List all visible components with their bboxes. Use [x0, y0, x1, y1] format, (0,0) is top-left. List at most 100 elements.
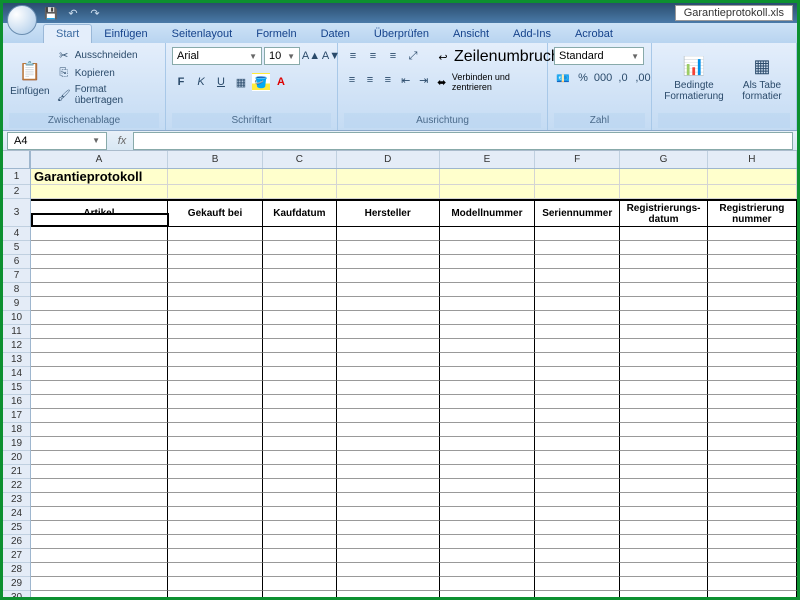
row-header[interactable]: 29	[3, 577, 30, 591]
cell[interactable]	[620, 339, 707, 353]
cell[interactable]	[440, 535, 535, 549]
formula-input[interactable]	[133, 132, 793, 150]
cell[interactable]	[440, 353, 535, 367]
cell[interactable]	[535, 297, 620, 311]
cell[interactable]	[708, 169, 797, 185]
row-header[interactable]: 25	[3, 521, 30, 535]
cell[interactable]: Gekauft bei	[168, 199, 263, 227]
cell[interactable]	[620, 255, 707, 269]
cell[interactable]	[535, 577, 620, 591]
cell[interactable]	[535, 395, 620, 409]
cell[interactable]	[168, 409, 263, 423]
tab-einfuegen[interactable]: Einfügen	[92, 25, 159, 43]
font-color-button[interactable]: A	[272, 73, 290, 91]
cell[interactable]	[620, 269, 707, 283]
grow-font-button[interactable]: A▲	[302, 47, 320, 65]
cell[interactable]	[168, 227, 263, 241]
cell[interactable]	[168, 465, 263, 479]
cell[interactable]	[263, 423, 336, 437]
select-all-corner[interactable]	[3, 151, 30, 169]
cell[interactable]	[337, 591, 440, 597]
cell[interactable]	[168, 367, 263, 381]
cell[interactable]	[535, 423, 620, 437]
row-header[interactable]: 18	[3, 423, 30, 437]
cell[interactable]	[708, 577, 797, 591]
cell[interactable]	[263, 241, 336, 255]
cell[interactable]	[620, 395, 707, 409]
cell[interactable]	[337, 311, 440, 325]
row-header[interactable]: 23	[3, 493, 30, 507]
cell[interactable]	[337, 283, 440, 297]
cell[interactable]	[263, 437, 336, 451]
tab-seitenlayout[interactable]: Seitenlayout	[160, 25, 245, 43]
cell[interactable]	[337, 423, 440, 437]
cell[interactable]	[620, 549, 707, 563]
cell[interactable]	[620, 381, 707, 395]
cell[interactable]	[708, 381, 797, 395]
cell[interactable]	[620, 451, 707, 465]
cell[interactable]	[337, 353, 440, 367]
cell[interactable]	[535, 521, 620, 535]
cell[interactable]	[337, 297, 440, 311]
cell[interactable]	[263, 451, 336, 465]
cell[interactable]	[535, 465, 620, 479]
cell[interactable]	[708, 269, 797, 283]
indent-dec-button[interactable]: ⇤	[398, 71, 414, 89]
cell[interactable]	[535, 241, 620, 255]
cell[interactable]	[535, 353, 620, 367]
cell[interactable]	[31, 563, 168, 577]
cell[interactable]	[168, 185, 263, 199]
cell[interactable]	[708, 465, 797, 479]
cell[interactable]	[440, 507, 535, 521]
cell[interactable]	[263, 185, 336, 199]
cell[interactable]	[337, 227, 440, 241]
cell[interactable]	[337, 493, 440, 507]
cell[interactable]	[263, 283, 336, 297]
inc-decimal-button[interactable]: ,0	[614, 69, 632, 87]
align-center-button[interactable]: ≡	[362, 71, 378, 89]
tab-start[interactable]: Start	[43, 24, 92, 43]
cell[interactable]	[168, 507, 263, 521]
cell[interactable]	[168, 241, 263, 255]
cell[interactable]: Kaufdatum	[263, 199, 336, 227]
tab-acrobat[interactable]: Acrobat	[563, 25, 625, 43]
cell[interactable]	[168, 549, 263, 563]
cell[interactable]	[31, 269, 168, 283]
column-header[interactable]: C	[263, 151, 336, 168]
cell[interactable]	[708, 241, 797, 255]
cell[interactable]	[337, 437, 440, 451]
cell[interactable]	[31, 381, 168, 395]
cell[interactable]	[708, 423, 797, 437]
cell[interactable]	[440, 423, 535, 437]
row-header[interactable]: 20	[3, 451, 30, 465]
column-header[interactable]: F	[535, 151, 620, 168]
cell[interactable]	[337, 185, 440, 199]
cell[interactable]	[440, 241, 535, 255]
cell[interactable]	[440, 297, 535, 311]
cell[interactable]	[620, 367, 707, 381]
cell[interactable]	[620, 591, 707, 597]
cell[interactable]	[535, 409, 620, 423]
align-top-button[interactable]: ≡	[344, 47, 362, 65]
cell[interactable]	[535, 591, 620, 597]
cell[interactable]: Registrierung nummer	[708, 199, 797, 227]
qat-save-icon[interactable]: 💾	[43, 5, 59, 21]
cell[interactable]	[263, 381, 336, 395]
row-header[interactable]: 9	[3, 297, 30, 311]
cell[interactable]	[708, 325, 797, 339]
cell[interactable]	[337, 451, 440, 465]
cell[interactable]	[31, 535, 168, 549]
cell[interactable]	[31, 479, 168, 493]
cell[interactable]	[440, 185, 535, 199]
row-header[interactable]: 17	[3, 409, 30, 423]
cell[interactable]	[535, 381, 620, 395]
cell[interactable]	[337, 325, 440, 339]
cell[interactable]	[620, 227, 707, 241]
cell[interactable]: Hersteller	[337, 199, 440, 227]
cell[interactable]	[263, 521, 336, 535]
cell[interactable]	[168, 395, 263, 409]
cell[interactable]	[31, 549, 168, 563]
cell[interactable]	[620, 423, 707, 437]
column-header[interactable]: G	[620, 151, 707, 168]
cell[interactable]	[535, 325, 620, 339]
